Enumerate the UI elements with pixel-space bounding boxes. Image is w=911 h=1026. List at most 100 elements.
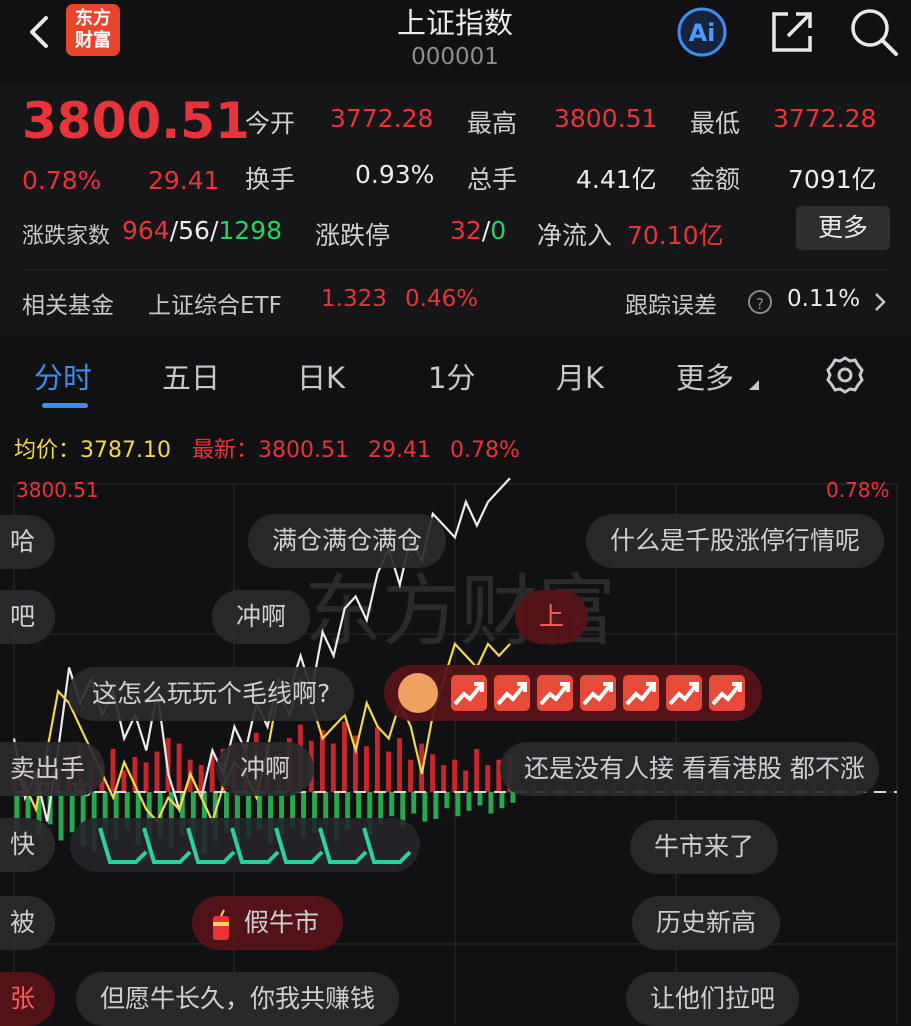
page-title: 上证指数 [396, 6, 513, 40]
amount-label: 金额 [690, 165, 741, 194]
ai-icon: Ai [677, 7, 727, 57]
help-icon[interactable]: ? [748, 290, 772, 314]
bull-face-icon [398, 673, 438, 713]
volume-bar-up [110, 748, 116, 792]
netflow-value: 70.10亿 [627, 221, 724, 250]
danmaku-bubble[interactable]: 牛市来了 [630, 820, 779, 874]
ai-label: Ai [689, 19, 716, 47]
danmaku-text: 假牛市 [244, 908, 320, 937]
danmaku-bubble[interactable]: 让他们拉吧 [626, 972, 800, 1026]
turnover-label: 换手 [245, 165, 296, 194]
fund-label: 相关基金 [22, 293, 114, 319]
danmaku-bubble[interactable]: 假牛市 [192, 896, 344, 950]
danmaku-bubble[interactable]: 还是没有人接 看看港股 都不涨 [500, 742, 879, 796]
danmaku-bubble[interactable]: 吧 [0, 590, 56, 644]
danmaku-bubble[interactable]: 什么是千股涨停行情呢 [586, 514, 885, 568]
chevron-right-icon[interactable] [872, 290, 888, 314]
trend-up-icon [709, 675, 745, 711]
volume-bar-up [463, 770, 469, 792]
volume-label: 总手 [467, 165, 518, 194]
share-button[interactable] [768, 8, 816, 56]
tab-daily-k[interactable]: 日K [297, 355, 345, 397]
danmaku-bubble[interactable]: 快 [0, 818, 56, 872]
danmaku-bubble[interactable]: 被 [0, 896, 56, 950]
breadth-down: 1298 [218, 216, 283, 245]
danmaku-bubble[interactable]: 卖出手 [0, 742, 106, 796]
logo-text-bottom: 财富 [75, 30, 111, 51]
low-label: 最低 [690, 109, 741, 138]
down-arrow-stickers [98, 827, 412, 864]
app-logo: 东方 财富 [66, 4, 120, 56]
open-value: 3772.28 [330, 104, 434, 133]
danmaku-bubble[interactable]: 历史新高 [632, 896, 781, 950]
trend-up-icon [494, 675, 530, 711]
current-price: 3800.51 [22, 92, 250, 150]
avg-value: 3787.10 [80, 438, 171, 463]
danmaku-bubble-down-stickers[interactable] [70, 818, 420, 872]
breadth-up: 964 [122, 216, 170, 245]
danmaku-bubble[interactable]: 冲啊 [212, 590, 311, 644]
breadth-values: 964/56/1298 [122, 216, 282, 245]
tab-monthly-k[interactable]: 月K [556, 355, 604, 397]
fund-change: 0.46% [405, 286, 479, 312]
danmaku-bubble[interactable]: 满仓满仓满仓 [248, 514, 447, 568]
volume-bar-up [485, 765, 491, 792]
trend-up-icon [623, 675, 659, 711]
danmaku-bubble[interactable]: 张 [0, 972, 56, 1026]
tracking-label: 跟踪误差 [625, 293, 717, 319]
volume-bar-down [422, 792, 428, 822]
trend-up-icon [537, 675, 573, 711]
gear-icon[interactable] [824, 354, 866, 396]
avg-label: 均价： [14, 438, 81, 463]
ai-button[interactable]: Ai [672, 6, 732, 58]
volume-bar-up [386, 751, 391, 792]
tab-five-day[interactable]: 五日 [162, 355, 220, 397]
volume-bar-down [356, 792, 362, 819]
limit-down: 0 [490, 216, 507, 245]
danmaku-bubble[interactable]: 这怎么玩玩个毛线啊? [68, 667, 355, 721]
breadth-label: 涨跌家数 [22, 224, 111, 249]
tab-more[interactable]: 更多 [676, 355, 734, 397]
fund-name-link[interactable]: 上证综合ETF [148, 286, 282, 320]
danmaku-bubble[interactable]: 哈 [0, 515, 56, 569]
change-percent: 0.78% [22, 166, 102, 195]
low-value: 3772.28 [773, 104, 877, 133]
dropdown-corner-icon [749, 380, 759, 390]
top-price-axis-label: 3800.51 [16, 478, 99, 502]
fund-price: 1.323 [321, 286, 387, 312]
volume-bar-down [466, 792, 472, 811]
high-label: 最高 [467, 109, 518, 138]
volume-bar-down [499, 792, 505, 809]
limit-values: 32/0 [450, 216, 506, 245]
volume-bar-up [474, 748, 480, 792]
danmaku-bubble-stickers[interactable] [384, 665, 762, 721]
danmaku-bubble[interactable]: 但愿牛长久，你我共赚钱 [76, 972, 400, 1026]
open-label: 今开 [245, 109, 296, 138]
volume-bar-up [143, 762, 149, 792]
back-button[interactable] [22, 10, 58, 54]
change-amount: 29.41 [148, 166, 220, 195]
volume-bar-up [154, 751, 160, 792]
active-tab-indicator [42, 403, 88, 408]
divider [22, 269, 890, 270]
tab-intraday[interactable]: 分时 [34, 355, 92, 397]
limit-separator: / [481, 216, 491, 245]
latest-label: 最新： [192, 438, 259, 463]
trend-up-icon [666, 675, 702, 711]
top-pct-axis-label: 0.78% [826, 478, 890, 502]
trend-up-icon [451, 675, 487, 711]
volume-bar-down [455, 792, 461, 817]
limit-up: 32 [450, 216, 482, 245]
tab-one-minute[interactable]: 1分 [428, 355, 475, 397]
volume-bar-up [364, 746, 369, 792]
search-icon [851, 9, 898, 56]
volume-bar-down [488, 792, 494, 814]
turnover-value: 0.93% [355, 160, 435, 189]
danmaku-bubble[interactable]: 上 [515, 590, 589, 644]
more-button[interactable]: 更多 [796, 206, 890, 250]
danmaku-bubble[interactable]: 冲啊 [216, 742, 315, 796]
logo-text-top: 东方 [75, 8, 111, 29]
search-button[interactable] [848, 6, 900, 58]
volume-value: 4.41亿 [576, 165, 657, 194]
sticker-row [398, 665, 745, 721]
